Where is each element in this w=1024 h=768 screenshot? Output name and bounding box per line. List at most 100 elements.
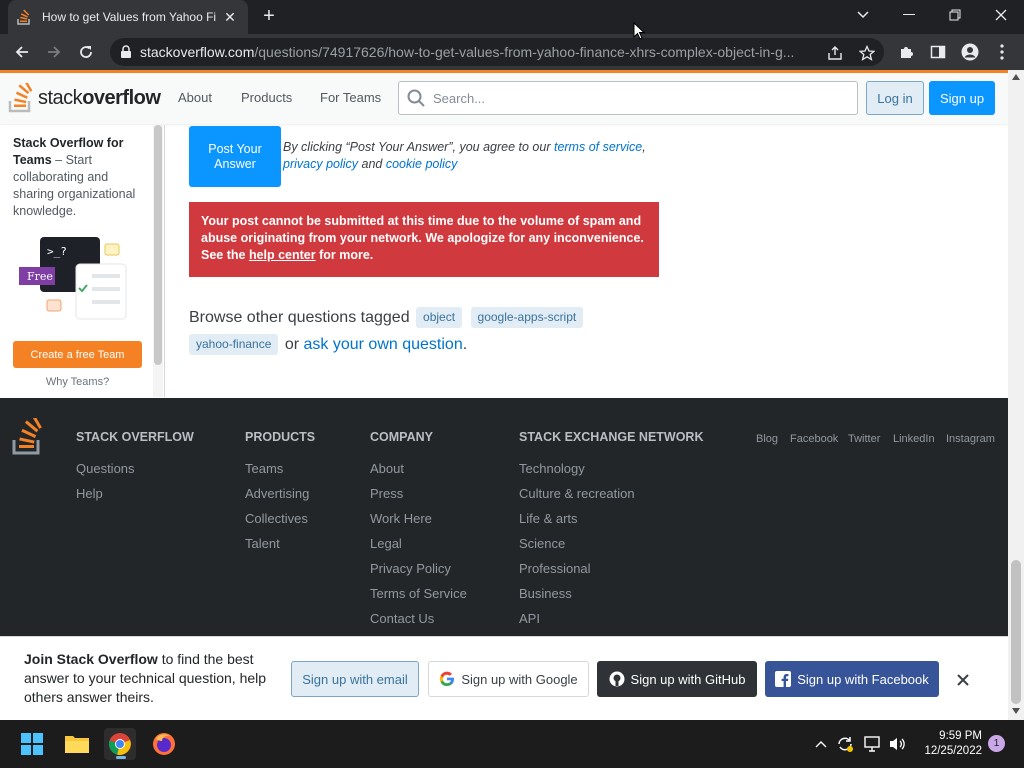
post-answer-button[interactable]: Post Your Answer <box>189 126 281 187</box>
footer-link[interactable]: Professional <box>519 561 704 586</box>
footer-link[interactable]: Help <box>76 486 194 511</box>
footer-link[interactable]: Life & arts <box>519 511 704 536</box>
share-icon[interactable] <box>826 44 844 62</box>
privacy-policy-link[interactable]: privacy policy <box>283 157 358 171</box>
address-bar[interactable]: stackoverflow.com/questions/74917626/how… <box>110 38 884 66</box>
browser-tab[interactable]: How to get Values from Yahoo Fi ✕ <box>8 0 248 34</box>
clock-time: 9:59 PM <box>939 730 982 742</box>
new-tab-icon[interactable]: + <box>258 6 280 28</box>
nav-about[interactable]: About <box>178 90 212 105</box>
sidebar-scrollbar[interactable] <box>153 125 163 397</box>
footer-link[interactable]: Privacy Policy <box>370 561 467 586</box>
extensions-puzzle-icon[interactable] <box>894 40 918 64</box>
back-arrow-icon[interactable] <box>10 40 34 64</box>
sync-icon[interactable] <box>835 734 855 754</box>
spam-error-message: Your post cannot be submitted at this ti… <box>189 202 659 277</box>
forward-arrow-icon[interactable] <box>42 40 66 64</box>
volume-icon[interactable] <box>887 734 907 754</box>
ask-question-link[interactable]: ask your own question <box>304 336 463 353</box>
footer-link[interactable]: Legal <box>370 536 467 561</box>
restore-icon[interactable] <box>932 0 978 30</box>
footer-link[interactable]: About <box>370 461 467 486</box>
search-input[interactable]: Search... <box>398 81 858 115</box>
social-twitter-link[interactable]: Twitter <box>848 433 880 445</box>
footer-link[interactable]: Contact Us <box>370 611 467 636</box>
browser-tab-strip: How to get Values from Yahoo Fi ✕ + <box>0 0 1024 34</box>
tag-google-apps-script[interactable]: google-apps-script <box>470 307 584 329</box>
create-free-team-button[interactable]: Create a free Team <box>13 341 142 368</box>
social-linkedin-link[interactable]: LinkedIn <box>893 433 935 445</box>
scroll-down-icon[interactable] <box>1012 708 1020 714</box>
web-page: stackoverflow About Products For Teams S… <box>0 70 1008 720</box>
mouse-cursor-icon <box>633 22 645 40</box>
help-center-link[interactable]: help center <box>249 248 316 262</box>
close-window-icon[interactable] <box>978 0 1024 30</box>
footer-link[interactable]: Science <box>519 536 704 561</box>
close-banner-icon[interactable] <box>952 669 974 691</box>
login-button[interactable]: Log in <box>866 81 924 115</box>
start-windows-icon[interactable] <box>16 728 48 760</box>
tab-close-icon[interactable]: ✕ <box>220 9 240 26</box>
site-header: stackoverflow About Products For Teams S… <box>0 70 1008 124</box>
social-blog-link[interactable]: Blog <box>756 433 778 445</box>
left-sidebar: Stack Overflow for Teams – Start collabo… <box>0 125 165 397</box>
network-icon[interactable] <box>862 734 882 754</box>
footer-link[interactable]: Press <box>370 486 467 511</box>
nav-for-teams[interactable]: For Teams <box>320 90 381 105</box>
windows-taskbar: 9:59 PM 12/25/2022 <box>0 720 1024 768</box>
terms-of-service-link[interactable]: terms of service <box>554 140 642 154</box>
taskbar-clock[interactable]: 9:59 PM 12/25/2022 <box>912 729 982 759</box>
signup-facebook-button[interactable]: Sign up with Facebook <box>765 661 939 697</box>
scroll-up-icon[interactable] <box>1012 74 1020 80</box>
sidebar-scrollbar-thumb[interactable] <box>154 125 162 365</box>
tag-yahoo-finance[interactable]: yahoo-finance <box>189 334 279 356</box>
tab-search-chevron-icon[interactable] <box>840 0 886 30</box>
cookie-policy-link[interactable]: cookie policy <box>386 157 458 171</box>
footer-link[interactable]: API <box>519 611 704 636</box>
notification-badge[interactable]: 1 <box>988 735 1005 752</box>
side-panel-icon[interactable] <box>926 40 950 64</box>
social-instagram-link[interactable]: Instagram <box>946 433 995 445</box>
footer-link[interactable]: Advertising <box>245 486 315 511</box>
tray-chevron-up-icon[interactable] <box>811 734 831 754</box>
footer-link[interactable]: Talent <box>245 536 315 561</box>
signup-button[interactable]: Sign up <box>929 81 995 115</box>
signup-banner: Join Stack Overflow to find the best ans… <box>0 636 1008 720</box>
menu-kebab-icon[interactable] <box>990 40 1014 64</box>
footer-link[interactable]: Work Here <box>370 511 467 536</box>
footer-link[interactable]: Collectives <box>245 511 315 536</box>
logo-text: stackoverflow <box>38 86 161 109</box>
tag-object[interactable]: object <box>416 307 463 329</box>
nav-products[interactable]: Products <box>241 90 292 105</box>
stackoverflow-logo[interactable]: stackoverflow <box>8 83 161 113</box>
free-badge: Free <box>27 270 53 283</box>
footer-link[interactable]: Terms of Service <box>370 586 467 611</box>
file-explorer-icon[interactable] <box>61 728 93 760</box>
bookmark-star-icon[interactable] <box>858 44 876 62</box>
firefox-taskbar-icon[interactable] <box>148 728 180 760</box>
why-teams-link[interactable]: Why Teams? <box>13 376 142 388</box>
page-scrollbar-thumb[interactable] <box>1011 560 1021 704</box>
footer-link[interactable]: Business <box>519 586 704 611</box>
teams-promo-text: Stack Overflow for Teams – Start collabo… <box>13 135 149 220</box>
profile-icon[interactable] <box>958 40 982 64</box>
lock-icon[interactable] <box>120 45 132 59</box>
footer-link[interactable]: Culture & recreation <box>519 486 704 511</box>
minimize-icon[interactable] <box>886 0 932 30</box>
footer-link[interactable]: Technology <box>519 461 704 486</box>
footer-link[interactable]: Questions <box>76 461 194 486</box>
social-facebook-link[interactable]: Facebook <box>790 433 838 445</box>
footer-logo-icon[interactable] <box>12 418 44 456</box>
tab-title: How to get Values from Yahoo Fi <box>42 10 217 24</box>
signup-github-button[interactable]: Sign up with GitHub <box>597 661 757 697</box>
reload-icon[interactable] <box>74 40 98 64</box>
footer-link[interactable]: Teams <box>245 461 315 486</box>
footer-col-stackoverflow: STACK OVERFLOW Questions Help <box>76 430 194 511</box>
signup-google-button[interactable]: Sign up with Google <box>428 661 589 697</box>
footer-col-network: STACK EXCHANGE NETWORK Technology Cultur… <box>519 430 704 636</box>
chrome-taskbar-icon[interactable] <box>104 728 136 760</box>
signup-email-button[interactable]: Sign up with email <box>291 661 419 697</box>
clock-date: 12/25/2022 <box>924 745 982 757</box>
page-scrollbar[interactable] <box>1008 70 1024 720</box>
agreement-text: By clicking “Post Your Answer”, you agre… <box>283 140 646 171</box>
